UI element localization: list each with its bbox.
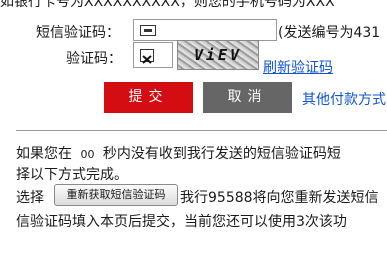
resend-sms-code-button[interactable]: 重新获取短信验证码 <box>54 184 178 206</box>
notice-line3-prefix: 选择 <box>16 190 44 206</box>
other-payment-link[interactable]: 其他付款方式 <box>302 89 386 109</box>
verify-code-input[interactable] <box>133 42 173 68</box>
divider <box>16 130 387 131</box>
truncated-top-line: 如银行卡号为XXXXXXXXXX，则您的手机号码为XXX <box>0 0 335 10</box>
refresh-captcha-link[interactable]: 刷新验证码 <box>263 57 333 77</box>
keyboard-icon <box>140 25 156 36</box>
cancel-button[interactable]: 取消 <box>203 82 292 113</box>
notice-line-1: 如果您在 00 秒内没有收到我行发送的短信验证码短 <box>16 143 341 163</box>
sms-serial-note: (发送编号为431 <box>278 25 381 41</box>
notice-line-2: 择以下方式完成。 <box>16 167 128 183</box>
cross-icon <box>142 55 152 64</box>
notice-line1-suffix: 秒内没有收到我行发送的短信验证码短 <box>102 146 341 162</box>
sms-code-input[interactable] <box>133 19 277 41</box>
notice-line-4: 信验证码填入本页后提交，当前您还可以使用3次该功 <box>16 214 347 230</box>
submit-button[interactable]: 提交 <box>104 82 193 113</box>
notice-line1-prefix: 如果您在 <box>16 146 72 162</box>
notice-line3-suffix: 我行95588将向您重新发送短信 <box>180 190 379 206</box>
captcha-image: ViEV <box>177 40 259 70</box>
captcha-input-icon <box>140 49 154 64</box>
sms-code-label: 短信验证码： <box>36 25 120 41</box>
countdown-value: 00 <box>80 148 95 161</box>
verify-code-label: 验证码： <box>66 51 122 67</box>
